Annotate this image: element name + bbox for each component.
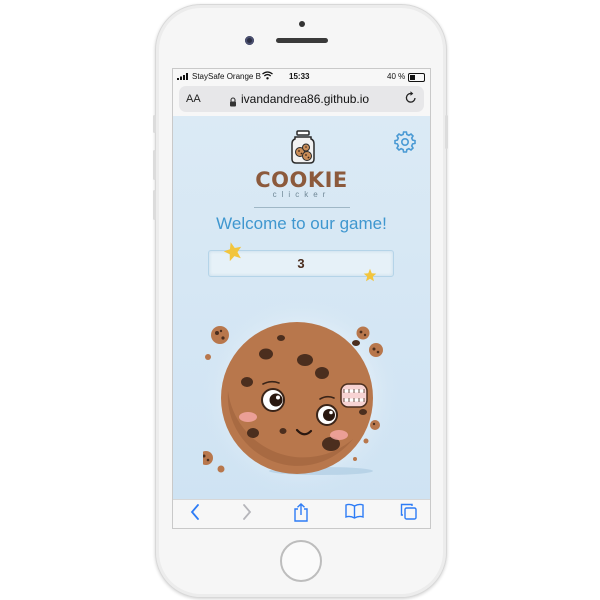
reload-icon[interactable] xyxy=(405,91,417,107)
volume-up-button xyxy=(153,150,156,180)
status-time: 15:33 xyxy=(289,72,310,81)
phone-screen: StaySafe Orange B 15:33 40 % AA ivandand… xyxy=(172,68,431,529)
front-camera xyxy=(245,36,254,45)
big-cookie-button[interactable] xyxy=(203,281,403,499)
welcome-heading: Welcome to our game! xyxy=(216,214,387,233)
gear-icon[interactable] xyxy=(394,131,416,153)
proximity-sensor xyxy=(299,21,305,27)
share-icon[interactable] xyxy=(291,503,311,523)
chevron-left-icon[interactable] xyxy=(185,503,205,523)
status-bar: StaySafe Orange B 15:33 40 % xyxy=(173,69,430,85)
wifi-icon xyxy=(262,71,273,82)
lock-icon xyxy=(229,94,237,107)
logo-divider xyxy=(254,207,350,208)
battery-percent: 40 % xyxy=(387,72,406,81)
star-icon xyxy=(223,241,243,266)
logo-subtitle: clicker xyxy=(272,190,331,199)
game-page: COOKIE clicker Welcome to our game! 3 xyxy=(173,116,430,499)
carrier-name: StaySafe Orange B xyxy=(192,72,261,81)
text-size-button[interactable]: AA xyxy=(186,93,201,105)
browser-toolbar xyxy=(173,499,430,528)
home-button[interactable] xyxy=(280,540,322,582)
volume-down-button xyxy=(153,190,156,220)
url-text[interactable]: ivandandrea86.github.io xyxy=(241,92,369,106)
earpiece-speaker xyxy=(276,38,328,43)
tabs-icon[interactable] xyxy=(398,503,418,523)
battery-icon xyxy=(408,73,425,82)
address-bar[interactable]: AA ivandandrea86.github.io xyxy=(179,86,424,112)
signal-icon xyxy=(177,73,189,82)
mute-switch xyxy=(153,115,156,133)
power-button xyxy=(445,115,448,149)
bite-teeth xyxy=(340,383,368,408)
chevron-right-icon[interactable] xyxy=(237,503,257,523)
cookie-jar-icon xyxy=(290,130,316,164)
logo-title: COOKIE xyxy=(255,168,348,192)
book-icon[interactable] xyxy=(344,503,364,523)
